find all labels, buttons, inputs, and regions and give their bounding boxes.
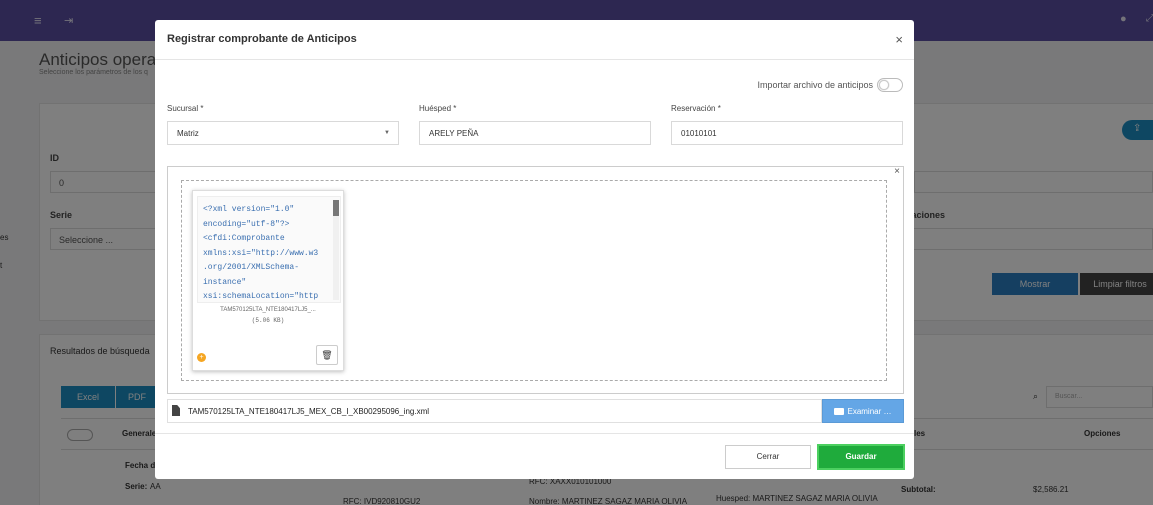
sucursal-value: Matriz [177,129,199,138]
register-advance-modal: Registrar comprobante de Anticipos × Imp… [155,20,914,479]
xml-preview-scrollbar[interactable] [333,200,339,300]
status-dot-icon: + [197,353,206,362]
huesped-input[interactable]: ARELY PEÑA [419,121,651,145]
save-button[interactable]: Guardar [817,444,905,470]
folder-icon [834,408,845,415]
xml-preview-text: <?xml version="1.0" encoding="utf-8"?> <… [203,205,319,301]
trash-icon: 🗑 [321,350,333,360]
cancel-button[interactable]: Cerrar [725,445,811,469]
modal-header: Registrar comprobante de Anticipos × [155,20,914,60]
file-input-row: TAM570125LTA_NTE180417LJ5_MEX_CB_I_XB002… [167,399,904,423]
browse-label: Examinar … [847,407,892,416]
preview-filesize: (5.06 KB) [251,317,285,324]
huesped-label: Huésped * [419,104,457,113]
scrollbar-thumb[interactable] [333,200,339,216]
browse-button[interactable]: Examinar … [822,399,904,423]
selected-file-name: TAM570125LTA_NTE180417LJ5_MEX_CB_I_XB002… [188,407,430,416]
preview-filename: TAM570125LTA_NTE180417LJ5_... [220,307,316,313]
reservacion-label: Reservación * [671,104,721,113]
dropzone[interactable]: <?xml version="1.0" encoding="utf-8"?> <… [181,180,887,381]
import-toggle-label: Importar archivo de anticipos [757,80,873,90]
sucursal-select[interactable]: Matriz ▼ [167,121,399,145]
file-icon [172,405,180,416]
file-upload-area: × <?xml version="1.0" encoding="utf-8"?>… [167,166,904,394]
delete-file-button[interactable]: 🗑 [316,345,338,365]
reservacion-input[interactable]: 01010101 [671,121,903,145]
toggle-knob [879,80,889,90]
selected-file-field[interactable]: TAM570125LTA_NTE180417LJ5_MEX_CB_I_XB002… [167,399,822,423]
xml-preview[interactable]: <?xml version="1.0" encoding="utf-8"?> <… [197,196,341,303]
modal-title: Registrar comprobante de Anticipos [167,33,357,45]
close-icon[interactable]: × [895,32,903,47]
file-preview-card: <?xml version="1.0" encoding="utf-8"?> <… [192,190,344,371]
chevron-down-icon: ▼ [384,130,390,136]
remove-all-icon[interactable]: × [894,166,900,177]
import-toggle[interactable] [877,78,903,92]
sucursal-label: Sucursal * [167,104,204,113]
